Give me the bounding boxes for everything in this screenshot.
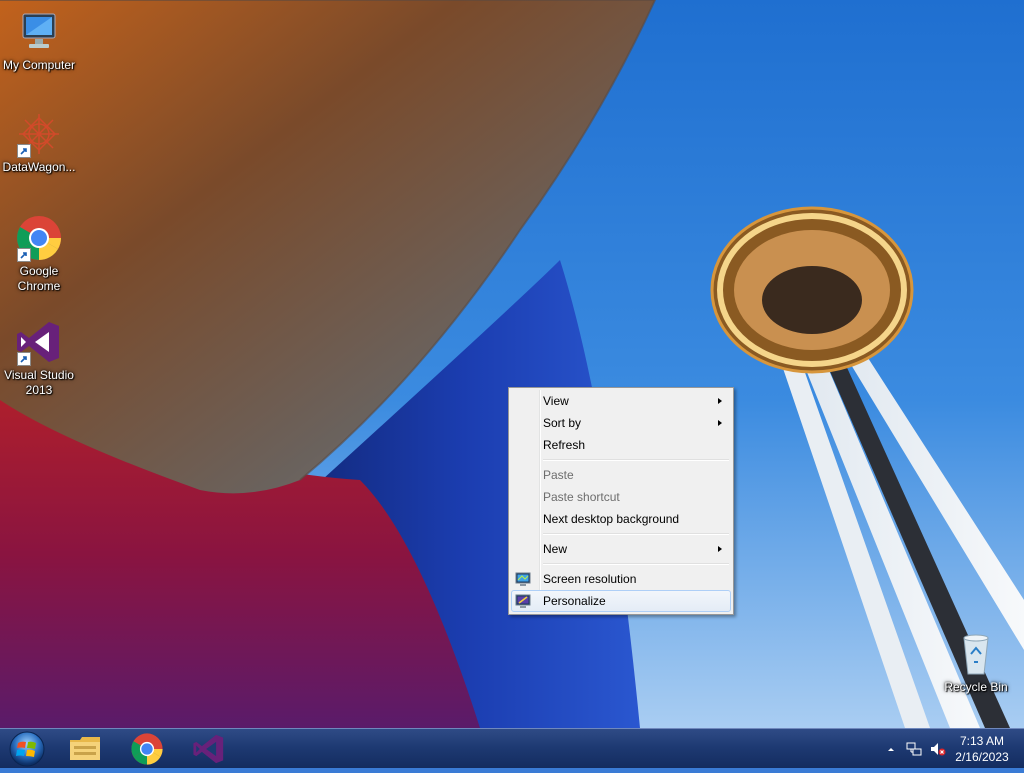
menu-item-label: View: [543, 394, 569, 408]
menu-item-label: Next desktop background: [543, 512, 680, 526]
menu-item-personalize[interactable]: Personalize: [511, 590, 731, 612]
shortcut-arrow-icon: [17, 248, 31, 262]
screen-resolution-icon: [515, 571, 531, 587]
submenu-arrow-icon: [718, 420, 722, 426]
taskbar-google-chrome[interactable]: [120, 730, 174, 767]
menu-item-label: Screen resolution: [543, 572, 637, 586]
visual-studio-icon: [15, 318, 63, 366]
desktop-icon-my-computer[interactable]: My Computer: [0, 8, 78, 73]
recycle-bin-icon: [952, 630, 1000, 678]
taskbar-clock[interactable]: 7:13 AM 2/16/2023: [952, 733, 1012, 765]
menu-item-paste: Paste: [511, 464, 731, 486]
desktop-context-menu: View Sort by Refresh Paste Paste shortcu…: [508, 387, 734, 615]
menu-item-label: Refresh: [543, 438, 586, 452]
chrome-icon: [131, 733, 163, 765]
menu-item-paste-shortcut: Paste shortcut: [511, 486, 731, 508]
desktop-icon-label: Recycle Bin: [944, 680, 1008, 694]
show-hidden-icons-arrow[interactable]: [886, 741, 896, 759]
taskbar-file-explorer[interactable]: [58, 730, 112, 767]
menu-item-new[interactable]: New: [511, 538, 731, 560]
volume-muted-icon[interactable]: [930, 741, 946, 762]
desktop-wallpaper[interactable]: [0, 0, 1024, 728]
submenu-arrow-icon: [718, 546, 722, 552]
menu-item-label: New: [543, 542, 568, 556]
network-icon[interactable]: [906, 741, 922, 762]
shortcut-arrow-icon: [17, 352, 31, 366]
clock-time: 7:13 AM: [959, 734, 1005, 748]
taskbar-visual-studio[interactable]: [182, 730, 236, 767]
personalize-icon: [515, 593, 531, 609]
clock-date: 2/16/2023: [955, 750, 1009, 764]
chrome-icon: [15, 214, 63, 262]
shortcut-arrow-icon: [17, 144, 31, 158]
desktop-icon-google-chrome[interactable]: Google Chrome: [0, 214, 78, 294]
computer-icon: [15, 8, 63, 56]
menu-item-sort-by[interactable]: Sort by: [511, 412, 731, 434]
menu-item-label: Paste: [543, 468, 574, 482]
file-explorer-icon: [70, 737, 100, 760]
menu-item-label: Paste shortcut: [543, 490, 620, 504]
menu-separator: [541, 560, 731, 568]
menu-item-refresh[interactable]: Refresh: [511, 434, 731, 456]
datawagon-icon: [15, 110, 63, 158]
menu-item-label: Sort by: [543, 416, 582, 430]
menu-separator: [541, 530, 731, 538]
menu-item-next-desktop-background[interactable]: Next desktop background: [511, 508, 731, 530]
visual-studio-icon: [193, 734, 224, 764]
windows-start-icon: [9, 731, 45, 767]
menu-separator: [541, 456, 731, 464]
desktop-icon-label: Visual Studio 2013: [4, 368, 74, 397]
menu-item-label: Personalize: [543, 594, 606, 608]
taskbar: 7:13 AM 2/16/2023: [0, 728, 1024, 768]
menu-item-view[interactable]: View: [511, 390, 731, 412]
wallpaper-image: [0, 0, 1024, 728]
desktop-icon-recycle-bin[interactable]: Recycle Bin: [937, 630, 1015, 695]
menu-item-screen-resolution[interactable]: Screen resolution: [511, 568, 731, 590]
system-tray: 7:13 AM 2/16/2023: [874, 729, 1024, 769]
desktop-icon-datawagon[interactable]: DataWagon...: [0, 110, 78, 175]
desktop-icon-label: Google Chrome: [17, 264, 61, 293]
desktop-icon-visual-studio[interactable]: Visual Studio 2013: [0, 318, 78, 398]
desktop-icon-label: DataWagon...: [2, 160, 76, 174]
submenu-arrow-icon: [718, 398, 722, 404]
desktop-icon-label: My Computer: [2, 58, 76, 72]
start-button[interactable]: [6, 730, 48, 768]
